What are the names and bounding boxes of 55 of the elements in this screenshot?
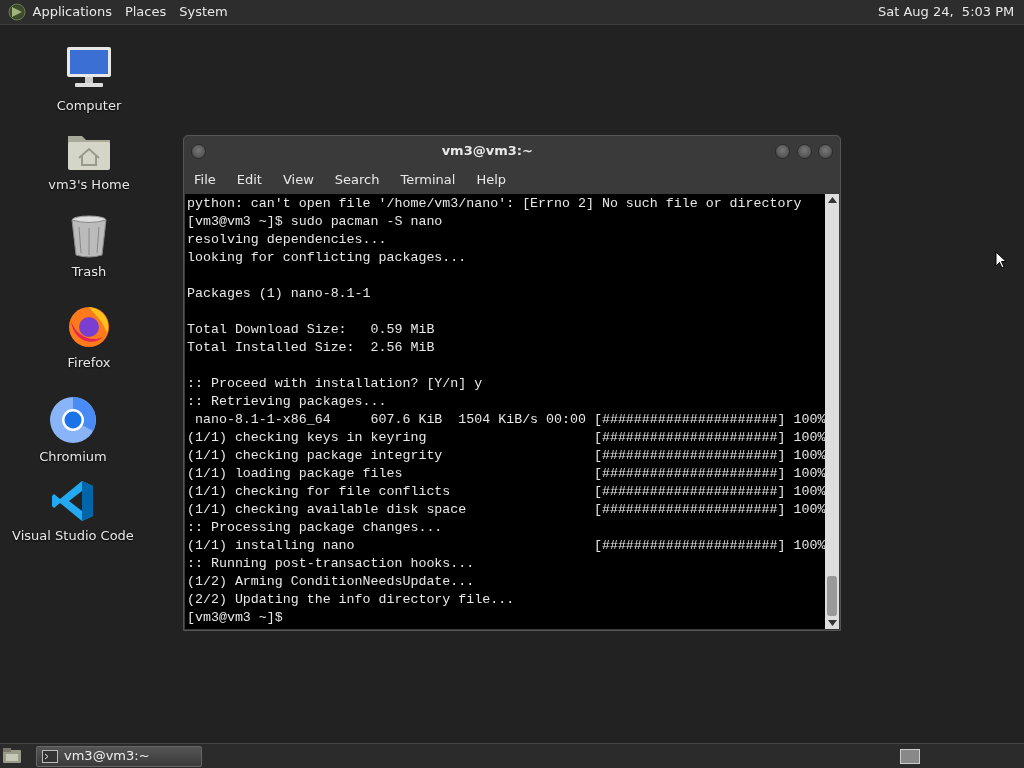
terminal-line: resolving dependencies... [187, 231, 388, 249]
terminal-line: Packages (1) nano-8.1-1 [187, 285, 372, 303]
window-title: vm3@vm3:~ [441, 142, 533, 161]
menu-item[interactable]: Search [313, 170, 380, 190]
terminal-line: nano-8.1-1-x86_64 607.6 KiB 1504 KiB/s 00:00 [######################] 100% [193, 411, 826, 429]
menu-item[interactable]: Terminal [379, 170, 456, 190]
taskbar-window-button[interactable]: vm3@vm3:~ [36, 745, 202, 767]
terminal-line: (1/1) checking keys in keyring [######################] 100% [187, 429, 826, 447]
terminal-icon [42, 749, 58, 763]
workspace-switcher[interactable] [900, 748, 920, 764]
menu-item[interactable]: Help [455, 170, 507, 190]
scrollbar[interactable] [825, 194, 839, 629]
window-menu-button[interactable] [190, 143, 206, 159]
terminal-line: (1/1) loading package files [######################] 100% [187, 465, 826, 483]
terminal-line: (1/1) installing nano [######################] 100% [187, 537, 826, 555]
terminal-line: (2/2) Updating the info directory file... [187, 591, 516, 609]
menu-item[interactable]: Applications [32, 2, 112, 22]
scroll-thumb[interactable] [827, 576, 838, 616]
icon-label[interactable]: Visual Studio Code [12, 526, 134, 546]
browser-icon[interactable] [49, 396, 97, 444]
scroll-down-icon[interactable] [827, 620, 837, 626]
menu-item[interactable]: File [184, 170, 216, 190]
scroll-up-icon[interactable] [827, 197, 837, 203]
code-editor-icon[interactable] [51, 478, 95, 523]
terminal-line: Total Installed Size: 2.56 MiB [187, 339, 436, 357]
trash-icon[interactable] [69, 212, 109, 259]
terminal-line: (1/2) Arming ConditionNeedsUpdate... [187, 573, 476, 591]
mouse-pointer-icon [995, 251, 1007, 269]
terminal-line: (1/1) checking package integrity [######################] 100% [187, 447, 826, 465]
terminal-line: :: Running post-transaction hooks... [187, 555, 476, 573]
terminal-line: :: Retrieving packages... [187, 393, 388, 411]
terminal-line: python: can't open file '/home/vm3/nano': [Errno 2] No such file or directory [187, 195, 803, 213]
menu-item[interactable]: View [261, 170, 314, 190]
icon-label[interactable]: Chromium [39, 447, 107, 467]
terminal-line: (1/1) checking for file conflicts [######################] 100% [187, 483, 826, 501]
terminal-line: Total Download Size: 0.59 MiB [187, 321, 436, 339]
terminal-line: (1/1) checking available disk space [######################] 100% [187, 501, 826, 519]
terminal-line: [vm3@vm3 ~]$ sudo pacman -S nano [187, 213, 444, 231]
clock: Sat Aug 24, 5:03 PM [877, 3, 1015, 22]
terminal-line: [vm3@vm3 ~]$ [187, 609, 284, 627]
show-desktop-icon[interactable] [2, 747, 22, 765]
menu-item[interactable]: Places [124, 2, 167, 22]
maximize-button[interactable] [797, 143, 812, 159]
icon-label[interactable]: vm3's Home [48, 175, 130, 195]
distro-logo-icon[interactable] [6, 2, 27, 22]
minimize-button[interactable] [775, 143, 791, 159]
menu-item[interactable]: System [179, 2, 228, 22]
menu-item[interactable]: Edit [215, 170, 262, 190]
icon-label[interactable]: Computer [56, 96, 122, 116]
terminal-line: :: Processing package changes... [187, 519, 444, 537]
terminal-line: :: Proceed with installation? [Y/n] y [187, 375, 484, 393]
close-button[interactable] [818, 143, 834, 159]
icon-label[interactable]: Trash [71, 261, 107, 282]
terminal-line: looking for conflicting packages... [187, 249, 468, 267]
icon-label[interactable]: Firefox [67, 352, 111, 372]
